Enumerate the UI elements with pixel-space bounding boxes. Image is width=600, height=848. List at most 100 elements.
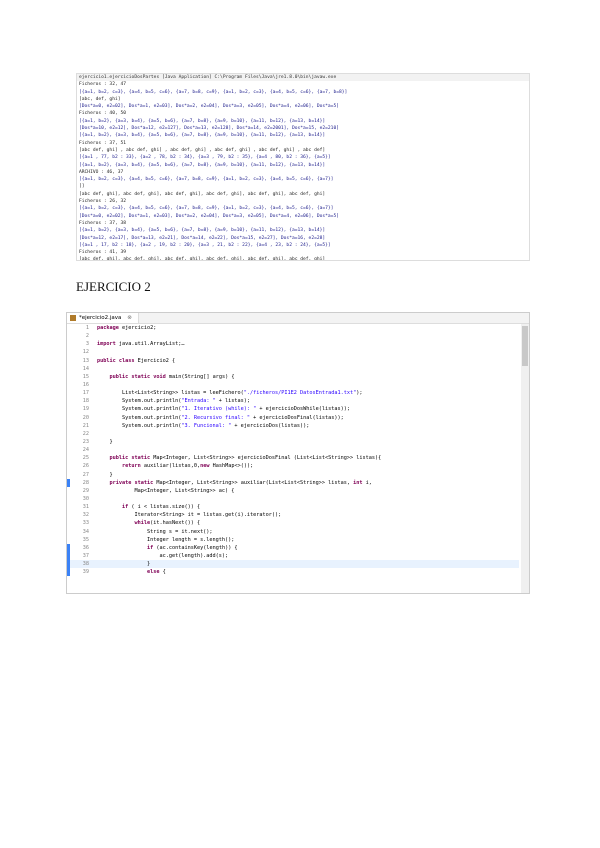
- code-line: 21 System.out.println("3. Funcional: " +…: [67, 422, 519, 430]
- code-text: ac.get(length).add(s);: [97, 552, 229, 559]
- console-line: [Dos*a=0, e2=02], Dos*a=1, e2=03], Dos*a…: [79, 213, 339, 219]
- console-line: [{a=1, b=2}, {a=3, b=4}, {a=5, b=6}, {a=…: [79, 228, 326, 234]
- code-text: System.out.println("3. Funcional: " + ej…: [97, 422, 310, 429]
- tab-label: *ejercicio2.java: [79, 315, 122, 321]
- console-line: [abc def, ghi] , abc def, ghi] , abc def…: [79, 147, 326, 153]
- code-line: 34 String s = it.next();: [67, 528, 519, 536]
- code-text: public static void main(String[] args) {: [109, 373, 235, 380]
- console-line: [{a=1, b=2}, {a=3, b=4}, {a=5, b=6}, {a=…: [79, 118, 326, 124]
- line-number: 16: [82, 381, 89, 388]
- line-number: 30: [82, 495, 89, 502]
- code-text: if (ac.containsKey(length)) {: [146, 544, 238, 551]
- code-line: 22: [67, 430, 519, 438]
- code-line: 33 while(it.hasNext()) {: [67, 519, 519, 527]
- code-text: Integer length = s.length();: [97, 536, 235, 543]
- console-line: [{a=1, b=2}, {a=3, b=4}, {a=5, b=6}, {a=…: [79, 162, 326, 168]
- code-line: 2: [67, 332, 519, 340]
- line-number: 28: [82, 479, 89, 486]
- code-editor-screenshot: *ejercicio2.java ⊗ 1 package ejercicio2; 2…: [66, 312, 530, 594]
- code-text: package ejercicio2;: [97, 325, 157, 331]
- console-line: ejercicio1.ejercicioDosPartes [Java Appl…: [77, 74, 529, 82]
- console-line: ARCHIVO : 46, 37: [79, 169, 124, 175]
- code-text: Iterator<String> it = listas.get(i).iter…: [97, 512, 282, 519]
- code-line: 17 List<List<String>> listas = leeFicher…: [67, 389, 519, 397]
- line-number: 29: [82, 487, 89, 494]
- line-number: 20: [82, 414, 89, 421]
- line-number: 36: [82, 544, 89, 551]
- code-line: 20 System.out.println("2. Recursivo fina…: [67, 414, 519, 422]
- change-marker: [67, 560, 70, 569]
- change-marker: [67, 568, 70, 577]
- console-line: Ficheros : 32, 47: [79, 82, 127, 88]
- console-line: [{a=1 , 77, b2 : 33}, {a=2 , 78, b2 : 34…: [79, 155, 331, 161]
- console-line: [Dos*a=10, e2=12], Dos*a=12, e2=127], Do…: [79, 126, 339, 132]
- scrollbar-thumb[interactable]: [522, 326, 528, 366]
- code-text: }: [97, 561, 151, 568]
- code-line: 29 Map<Integer, List<String>> ac) {: [67, 487, 519, 495]
- console-line: []: [79, 184, 85, 190]
- java-file-icon: [70, 315, 76, 321]
- console-line: [abc def, ghi], abc def, ghi], abc def, …: [79, 257, 326, 261]
- line-number: 25: [82, 455, 89, 462]
- editor-tab[interactable]: *ejercicio2.java ⊗: [67, 313, 139, 323]
- line-number: 2: [85, 333, 89, 340]
- code-line: 14: [67, 365, 519, 373]
- console-line: Ficheros : 37, 51: [79, 140, 127, 146]
- line-number: 23: [82, 438, 89, 445]
- code-text: }: [97, 471, 113, 478]
- change-marker: [67, 478, 70, 487]
- change-marker: [67, 543, 70, 552]
- code-line: 23 }: [67, 438, 519, 446]
- console-line: [{a=1, b=2, c=3}, {a=4, b=5, c=6}, {a=7,…: [79, 177, 334, 183]
- code-line: 35 Integer length = s.length();: [67, 536, 519, 544]
- close-icon[interactable]: ⊗: [127, 315, 132, 321]
- line-number: 21: [82, 422, 89, 429]
- code-line: 16: [67, 381, 519, 389]
- line-number: 24: [82, 447, 89, 454]
- code-line: 31 if ( i < listas.size()) {: [67, 503, 519, 511]
- code-line: 18 System.out.println("Entrada: " + list…: [67, 397, 519, 405]
- code-line: 15 public static void main(String[] args…: [67, 373, 519, 381]
- line-number: 22: [82, 430, 89, 437]
- section-heading: EJERCICIO 2: [76, 279, 151, 294]
- line-number: 35: [82, 536, 89, 543]
- line-number: 13: [82, 357, 89, 364]
- code-text: public class Ejercicio2 {: [97, 357, 176, 364]
- line-number: 39: [82, 569, 89, 576]
- vertical-scrollbar[interactable]: [521, 324, 529, 593]
- code-line: 36 if (ac.containsKey(length)) {: [67, 543, 519, 552]
- console-line: Ficheros : 26, 32: [79, 199, 127, 205]
- code-line: 26 return auxiliar(listas,0,new HashMap<…: [67, 462, 519, 470]
- console-line: [abc def, ghi], abc def, ghi], abc def, …: [79, 191, 326, 197]
- code-text: System.out.println("1. Iterativo (while)…: [97, 406, 350, 413]
- code-line: 12: [67, 348, 519, 356]
- code-text: System.out.println("Entrada: " + listas)…: [97, 398, 251, 405]
- line-number: 27: [82, 471, 89, 478]
- line-number: 33: [82, 520, 89, 527]
- code-text: private static Map<Integer, List<String>…: [109, 479, 372, 486]
- editor-tab-bar: *ejercicio2.java ⊗: [67, 313, 529, 324]
- change-marker: [67, 551, 70, 561]
- code-text: }: [97, 438, 113, 445]
- line-number: 34: [82, 528, 89, 535]
- line-number: 26: [82, 463, 89, 470]
- console-line: Ficheros : 40, 50: [79, 111, 127, 117]
- console-line: [Dos*a=0, e2=02], Dos*a=1, e2=03], Dos*a…: [79, 104, 339, 110]
- code-line: 27 }: [67, 471, 519, 479]
- code-line: 3 import java.util.ArrayList;…: [67, 340, 519, 348]
- code-line: 39 else {: [67, 568, 519, 577]
- code-text: System.out.println("2. Recursivo final: …: [97, 414, 344, 421]
- console-line: [Dos*a=12, e2=17], Dos*a=13, e2=21], Dos…: [79, 235, 326, 241]
- console-line: [{a=1 , 17, b2 : 18}, {a=2 , 19, b2 : 20…: [79, 242, 331, 248]
- line-number: 31: [82, 504, 89, 511]
- line-number: 15: [82, 373, 89, 380]
- code-text: String s = it.next();: [97, 528, 213, 535]
- line-number: 37: [82, 552, 89, 559]
- code-text: Map<Integer, List<String>> ac) {: [97, 487, 235, 494]
- console-line: Ficheros : 41, 39: [79, 250, 127, 256]
- code-line: 1 package ejercicio2;: [67, 324, 519, 332]
- code-text: public static Map<Integer, List<String>>…: [109, 455, 382, 462]
- code-area[interactable]: 1 package ejercicio2; 2 3 import java.util.A…: [67, 324, 519, 593]
- code-text: return auxiliar(listas,0,new HashMap<>()…: [122, 463, 254, 470]
- code-line: 38 }: [67, 560, 519, 569]
